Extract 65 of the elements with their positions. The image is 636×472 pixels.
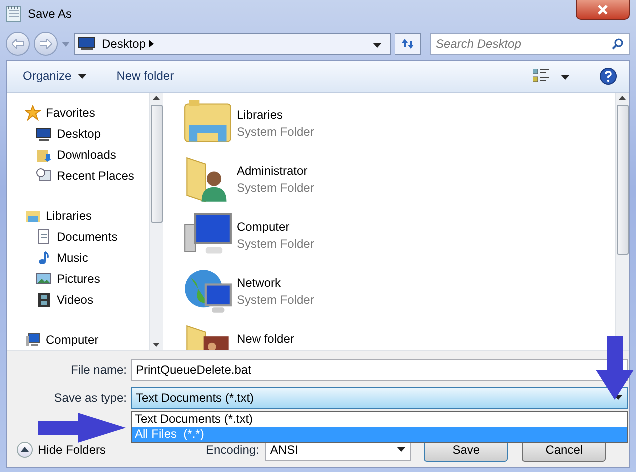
refresh-button[interactable] bbox=[395, 33, 421, 55]
view-caret-icon bbox=[561, 75, 570, 80]
file-item[interactable]: Libraries System Folder bbox=[183, 94, 615, 151]
file-name-field[interactable]: PrintQueueDelete.bat bbox=[131, 358, 628, 381]
down-arrow-annotation bbox=[596, 336, 634, 400]
download-folder-icon bbox=[36, 147, 52, 164]
file-item[interactable]: Computer System Folder bbox=[183, 206, 615, 263]
file-item[interactable]: Administrator System Folder bbox=[183, 150, 615, 207]
forward-arrow-icon bbox=[40, 39, 52, 49]
search-icon bbox=[612, 38, 624, 50]
refresh-icon bbox=[400, 38, 414, 50]
scrollbar-thumb[interactable] bbox=[616, 104, 628, 255]
breadcrumb-arrow-icon[interactable] bbox=[149, 40, 154, 48]
close-button[interactable] bbox=[576, 0, 630, 20]
save-type-label: Save as type: bbox=[53, 390, 128, 405]
dropdown-arrow-icon bbox=[397, 447, 406, 452]
library-folder-icon bbox=[25, 208, 41, 224]
address-dropdown-icon bbox=[373, 43, 382, 48]
document-icon bbox=[36, 229, 52, 246]
nav-group-item[interactable]: Computer bbox=[7, 330, 149, 350]
nav-item[interactable]: Music bbox=[7, 248, 149, 269]
scrollbar[interactable] bbox=[615, 92, 629, 350]
computer-icon bbox=[25, 332, 41, 348]
forward-button[interactable] bbox=[34, 32, 58, 56]
nav-group-item[interactable]: Favorites bbox=[7, 102, 149, 124]
music-note-icon bbox=[36, 250, 52, 266]
nav-item[interactable]: Videos bbox=[7, 290, 149, 311]
close-icon bbox=[598, 4, 608, 14]
hide-folders-button[interactable]: Hide Folders bbox=[17, 442, 106, 458]
breadcrumb-item[interactable]: Desktop bbox=[102, 37, 146, 51]
notepad-icon bbox=[6, 5, 22, 23]
help-icon[interactable] bbox=[600, 68, 617, 85]
file-name-label: File name: bbox=[70, 362, 128, 377]
nav-item[interactable]: Documents bbox=[7, 226, 149, 248]
save-type-dropdown[interactable]: Text Documents (*.txt) bbox=[131, 386, 628, 409]
window-title: Save As bbox=[28, 7, 72, 21]
dropdown-option[interactable]: Text Documents (*.txt) bbox=[132, 412, 627, 427]
scrollbar[interactable] bbox=[149, 92, 163, 350]
scroll-up-icon[interactable] bbox=[153, 96, 160, 100]
nav-group-item[interactable]: Libraries bbox=[7, 206, 149, 227]
encoding-label: Encoding: bbox=[206, 442, 260, 457]
back-arrow-icon bbox=[12, 39, 24, 49]
picture-icon bbox=[36, 271, 52, 288]
scrollbar-thumb[interactable] bbox=[150, 104, 162, 223]
back-button[interactable] bbox=[6, 32, 30, 56]
view-options-icon[interactable] bbox=[533, 69, 549, 84]
caret-icon bbox=[78, 74, 87, 79]
film-icon bbox=[36, 292, 52, 308]
star-icon bbox=[25, 105, 41, 122]
monitor-icon bbox=[36, 126, 52, 142]
file-item[interactable]: Network System Folder bbox=[183, 262, 615, 319]
nav-item[interactable]: Recent Places bbox=[7, 166, 149, 187]
monitor-icon bbox=[78, 37, 96, 51]
nav-item[interactable]: Desktop bbox=[7, 124, 149, 145]
collapse-icon bbox=[21, 447, 29, 452]
search-field[interactable]: Search Desktop bbox=[430, 33, 630, 55]
file-item[interactable]: New folder bbox=[183, 318, 615, 350]
nav-item[interactable]: Pictures bbox=[7, 268, 149, 290]
new-folder-button[interactable]: New folder bbox=[116, 69, 174, 84]
organize-menu[interactable]: Organize bbox=[23, 69, 87, 84]
scroll-down-icon[interactable] bbox=[153, 342, 160, 347]
address-bar[interactable]: Desktop bbox=[74, 33, 391, 55]
nav-item[interactable]: Downloads bbox=[7, 144, 149, 166]
scroll-up-icon[interactable] bbox=[619, 96, 626, 100]
recent-places-icon bbox=[36, 168, 52, 184]
